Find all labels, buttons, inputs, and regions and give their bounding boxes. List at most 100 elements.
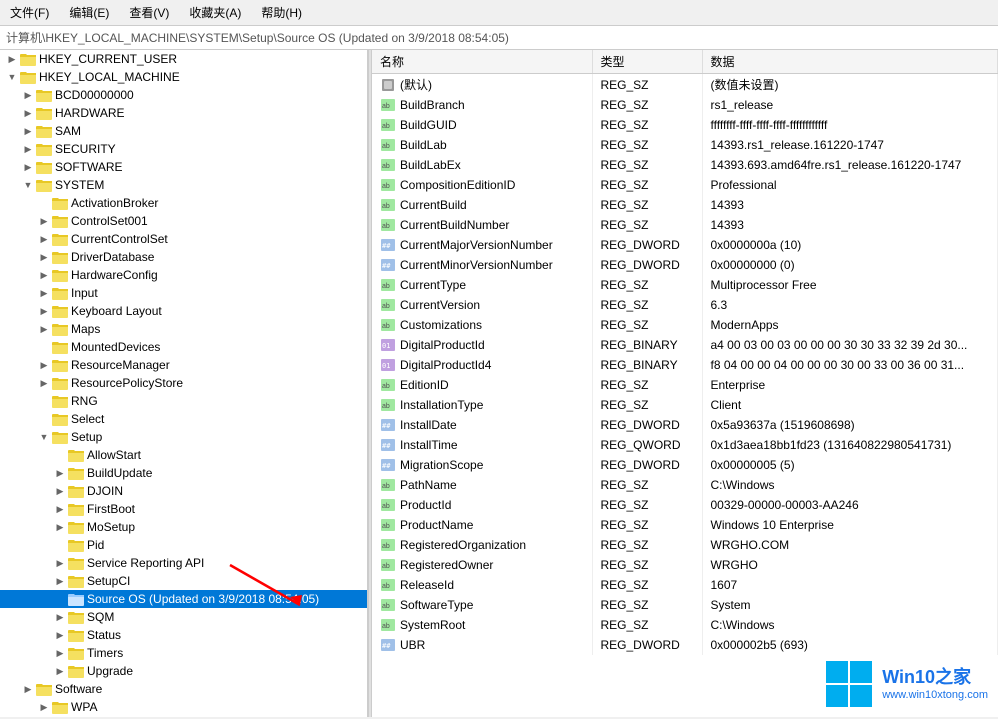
table-row[interactable]: abCompositionEditionIDREG_SZProfessional [372, 175, 998, 195]
col-header-type[interactable]: 类型 [592, 50, 702, 74]
table-row[interactable]: abCurrentBuildNumberREG_SZ14393 [372, 215, 998, 235]
table-row[interactable]: abInstallationTypeREG_SZClient [372, 395, 998, 415]
tree-toggle-icon[interactable] [52, 573, 68, 589]
tree-item[interactable]: Maps [0, 320, 367, 338]
tree-toggle-icon[interactable] [52, 501, 68, 517]
table-row[interactable]: abBuildGUIDREG_SZffffffff-ffff-ffff-ffff… [372, 115, 998, 135]
table-row[interactable]: abSoftwareTypeREG_SZSystem [372, 595, 998, 615]
data-panel[interactable]: 名称 类型 数据 (默认)REG_SZ(数值未设置)abBuildBranchR… [372, 50, 998, 717]
tree-toggle-icon[interactable] [4, 51, 20, 67]
table-row[interactable]: abPathNameREG_SZC:\Windows [372, 475, 998, 495]
table-row[interactable]: abCurrentVersionREG_SZ6.3 [372, 295, 998, 315]
table-row[interactable]: abSystemRootREG_SZC:\Windows [372, 615, 998, 635]
tree-item[interactable]: SOFTWARE [0, 158, 367, 176]
table-row[interactable]: abEditionIDREG_SZEnterprise [372, 375, 998, 395]
menu-edit[interactable]: 编辑(E) [63, 2, 115, 23]
tree-item[interactable]: DriverDatabase [0, 248, 367, 266]
tree-toggle-icon[interactable] [4, 69, 20, 85]
tree-toggle-icon[interactable] [36, 249, 52, 265]
tree-toggle-icon[interactable] [36, 393, 52, 409]
tree-toggle-icon[interactable] [36, 321, 52, 337]
tree-item[interactable]: Source OS (Updated on 3/9/2018 08:54:05) [0, 590, 367, 608]
tree-item[interactable]: Upgrade [0, 662, 367, 680]
tree-item[interactable]: BuildUpdate [0, 464, 367, 482]
table-row[interactable]: ##MigrationScopeREG_DWORD0x00000005 (5) [372, 455, 998, 475]
tree-toggle-icon[interactable] [52, 537, 68, 553]
tree-toggle-icon[interactable] [36, 699, 52, 715]
tree-item[interactable]: SQM [0, 608, 367, 626]
tree-item[interactable]: DJOIN [0, 482, 367, 500]
tree-toggle-icon[interactable] [20, 177, 36, 193]
tree-item[interactable]: Keyboard Layout [0, 302, 367, 320]
tree-item[interactable]: HARDWARE [0, 104, 367, 122]
table-row[interactable]: abReleaseIdREG_SZ1607 [372, 575, 998, 595]
tree-item[interactable]: SAM [0, 122, 367, 140]
tree-toggle-icon[interactable] [52, 663, 68, 679]
menu-view[interactable]: 查看(V) [123, 2, 175, 23]
tree-toggle-icon[interactable] [52, 519, 68, 535]
tree-item[interactable]: Select [0, 410, 367, 428]
tree-item[interactable]: RNG [0, 392, 367, 410]
tree-toggle-icon[interactable] [52, 609, 68, 625]
tree-toggle-icon[interactable] [36, 357, 52, 373]
table-row[interactable]: ##CurrentMajorVersionNumberREG_DWORD0x00… [372, 235, 998, 255]
table-row[interactable]: abCurrentBuildREG_SZ14393 [372, 195, 998, 215]
tree-item[interactable]: SECURITY [0, 140, 367, 158]
tree-item[interactable]: Pid [0, 536, 367, 554]
tree-toggle-icon[interactable] [20, 681, 36, 697]
tree-toggle-icon[interactable] [36, 195, 52, 211]
tree-item[interactable]: ResourcePolicyStore [0, 374, 367, 392]
tree-toggle-icon[interactable] [36, 303, 52, 319]
tree-toggle-icon[interactable] [52, 483, 68, 499]
tree-item[interactable]: Software [0, 680, 367, 698]
tree-toggle-icon[interactable] [20, 87, 36, 103]
tree-item[interactable]: ControlSet001 [0, 212, 367, 230]
menu-help[interactable]: 帮助(H) [255, 2, 308, 23]
tree-item[interactable]: Input [0, 284, 367, 302]
tree-toggle-icon[interactable] [36, 411, 52, 427]
table-row[interactable]: ##CurrentMinorVersionNumberREG_DWORD0x00… [372, 255, 998, 275]
table-row[interactable]: abCustomizationsREG_SZModernApps [372, 315, 998, 335]
tree-item[interactable]: WPA [0, 698, 367, 716]
tree-item[interactable]: Service Reporting API [0, 554, 367, 572]
tree-item[interactable]: SetupCI [0, 572, 367, 590]
table-row[interactable]: 01DigitalProductId4REG_BINARYf8 04 00 00… [372, 355, 998, 375]
col-header-data[interactable]: 数据 [702, 50, 998, 74]
tree-toggle-icon[interactable] [52, 447, 68, 463]
tree-toggle-icon[interactable] [36, 375, 52, 391]
table-row[interactable]: ##InstallDateREG_DWORD0x5a93637a (151960… [372, 415, 998, 435]
table-row[interactable]: ##InstallTimeREG_QWORD0x1d3aea18bb1fd23 … [372, 435, 998, 455]
tree-item[interactable]: MountedDevices [0, 338, 367, 356]
table-row[interactable]: 01DigitalProductIdREG_BINARYa4 00 03 00 … [372, 335, 998, 355]
tree-item[interactable]: HKEY_USERS [0, 716, 367, 717]
tree-toggle-icon[interactable] [20, 141, 36, 157]
table-row[interactable]: abCurrentTypeREG_SZMultiprocessor Free [372, 275, 998, 295]
tree-toggle-icon[interactable] [36, 339, 52, 355]
tree-item[interactable]: AllowStart [0, 446, 367, 464]
tree-item[interactable]: FirstBoot [0, 500, 367, 518]
tree-toggle-icon[interactable] [20, 123, 36, 139]
tree-item[interactable]: SYSTEM [0, 176, 367, 194]
tree-item[interactable]: ActivationBroker [0, 194, 367, 212]
table-row[interactable]: abRegisteredOrganizationREG_SZWRGHO.COM [372, 535, 998, 555]
tree-item[interactable]: Timers [0, 644, 367, 662]
table-row[interactable]: abBuildBranchREG_SZrs1_release [372, 95, 998, 115]
table-row[interactable]: abProductIdREG_SZ00329-00000-00003-AA246 [372, 495, 998, 515]
tree-toggle-icon[interactable] [36, 213, 52, 229]
tree-toggle-icon[interactable] [20, 159, 36, 175]
tree-toggle-icon[interactable] [52, 627, 68, 643]
menu-favorites[interactable]: 收藏夹(A) [183, 2, 247, 23]
tree-item[interactable]: MoSetup [0, 518, 367, 536]
tree-toggle-icon[interactable] [36, 429, 52, 445]
tree-item[interactable]: CurrentControlSet [0, 230, 367, 248]
tree-toggle-icon[interactable] [52, 645, 68, 661]
tree-toggle-icon[interactable] [36, 267, 52, 283]
tree-item[interactable]: ResourceManager [0, 356, 367, 374]
table-row[interactable]: abProductNameREG_SZWindows 10 Enterprise [372, 515, 998, 535]
tree-toggle-icon[interactable] [36, 231, 52, 247]
table-row[interactable]: abBuildLabExREG_SZ14393.693.amd64fre.rs1… [372, 155, 998, 175]
col-header-name[interactable]: 名称 [372, 50, 592, 74]
tree-toggle-icon[interactable] [52, 591, 68, 607]
tree-toggle-icon[interactable] [52, 555, 68, 571]
tree-item[interactable]: HKEY_LOCAL_MACHINE [0, 68, 367, 86]
